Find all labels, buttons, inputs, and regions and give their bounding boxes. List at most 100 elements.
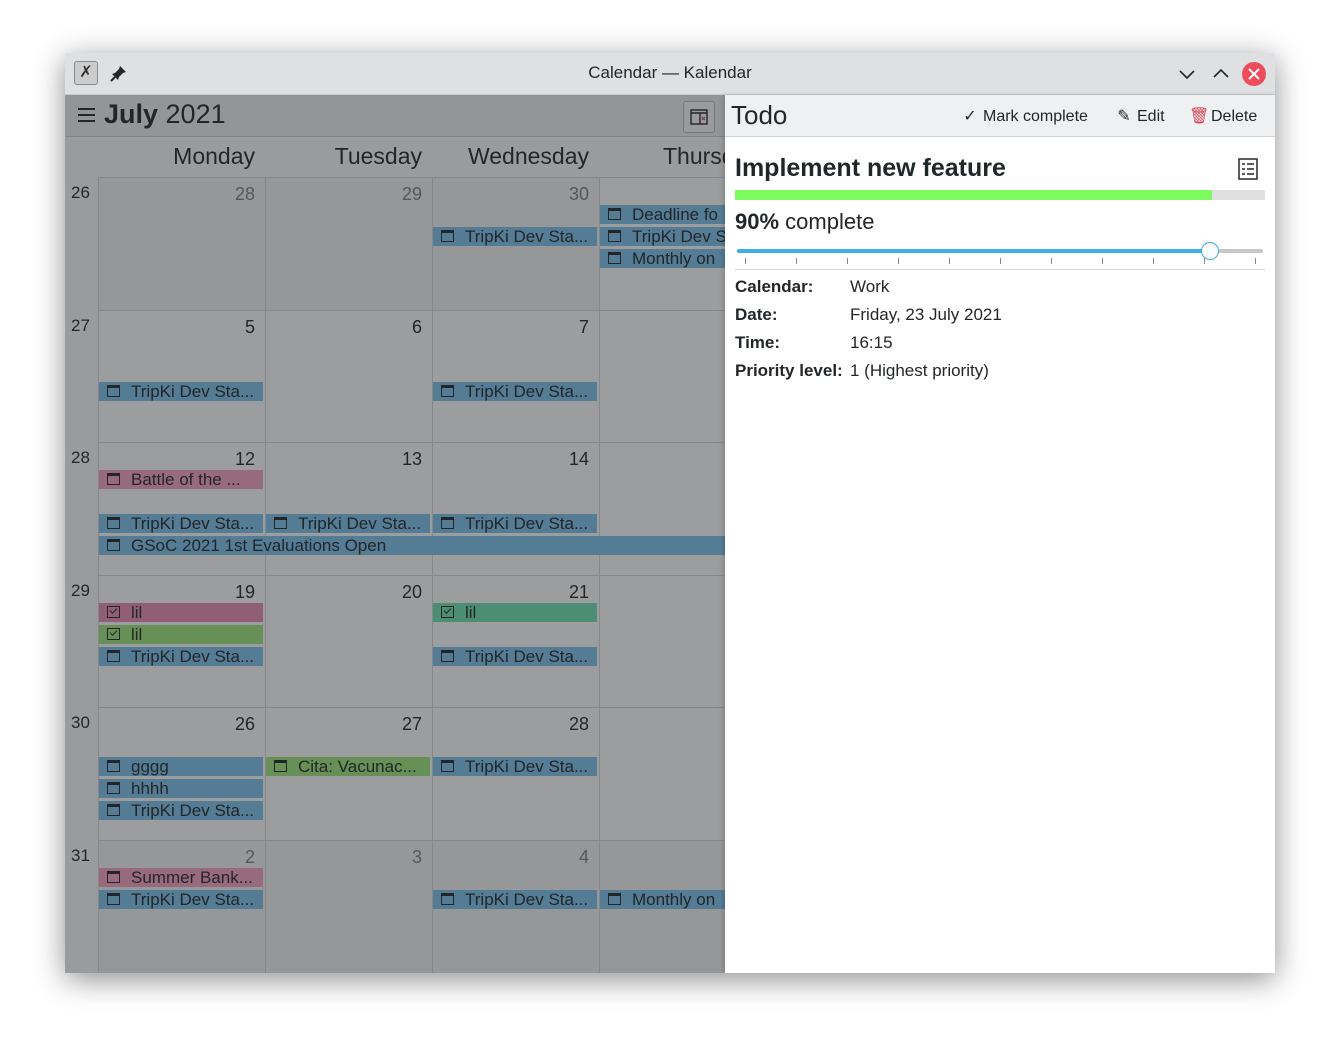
day-cell[interactable]: 28 [98,177,265,311]
spanning-event[interactable]: GSoC 2021 1st Evaluations Open [99,536,725,555]
event-item[interactable]: TripKi Dev Sta... [433,757,597,776]
day-cell[interactable]: 14 [432,442,599,576]
week-number: 30 [71,713,90,732]
calendar-event-icon [441,650,454,662]
hamburger-menu-icon[interactable] [78,108,95,122]
close-icon[interactable] [1242,62,1266,86]
calendar-event-icon [107,893,120,905]
event-item[interactable]: Deadline fo [600,205,725,224]
edit-button[interactable]: ✎ Edit [1115,106,1164,126]
event-label: TripKi Dev Sta... [131,801,255,820]
day-number: 19 [234,582,255,602]
calendar-event-icon [608,252,621,264]
event-item[interactable]: TripKi Dev Sta... [99,801,263,820]
event-item[interactable]: TripKi Dev Sta... [99,890,263,909]
day-cell[interactable]: 20 [265,575,432,709]
event-item[interactable]: TripKi Dev S [600,227,725,246]
event-item[interactable]: gggg [99,757,263,776]
calendar-event-icon [107,517,120,529]
event-item[interactable]: Monthly on [600,249,725,268]
event-label: TripKi Dev Sta... [465,514,589,533]
todo-item[interactable]: lil [433,603,597,622]
day-number: 3 [411,847,422,867]
event-label: TripKi Dev Sta... [465,227,589,246]
slider-tick [796,258,797,264]
day-number: 27 [401,714,422,734]
day-cell[interactable]: 6 [265,310,432,444]
event-item[interactable]: TripKi Dev Sta... [433,890,597,909]
day-cell[interactable]: 29 [265,177,432,311]
calendar-event-icon [107,782,120,794]
calendar-event-icon [608,230,621,242]
day-cell[interactable] [599,442,725,576]
day-cell[interactable]: 12 [98,442,265,576]
day-number: 30 [568,184,589,204]
calendar-event-icon [107,760,120,772]
event-label: TripKi Dev Sta... [465,890,589,909]
mark-complete-button[interactable]: ✓ Mark complete [961,106,1088,126]
event-item[interactable]: TripKi Dev Sta... [433,514,597,533]
progress-fill [735,190,1212,200]
slider-tick [898,258,899,264]
event-item[interactable]: TripKi Dev Sta... [99,647,263,666]
week-number: 29 [71,581,90,600]
completion-slider[interactable] [737,242,1263,269]
property-key: Calendar: [735,277,814,296]
percent-complete: 90% complete [735,209,875,234]
todo-progress-bar [735,190,1265,200]
title-bar: ✗ Calendar — Kalendar [65,53,1275,95]
event-item[interactable]: TripKi Dev Sta... [99,514,263,533]
toggle-drawer-icon[interactable] [683,101,715,133]
event-item[interactable]: Battle of the ... [99,470,263,489]
slider-tick [1102,258,1103,264]
day-number: 21 [568,582,589,602]
event-item[interactable]: TripKi Dev Sta... [266,514,430,533]
day-number: 5 [244,317,255,337]
todo-check-icon [441,606,454,618]
event-label: Summer Bank... [131,868,253,887]
calendar-event-icon [107,473,120,485]
calendar-event-icon [441,893,454,905]
day-cell[interactable]: 3 [265,840,432,973]
event-item[interactable]: TripKi Dev Sta... [433,382,597,401]
day-cell[interactable]: 13 [265,442,432,576]
event-label: TripKi Dev Sta... [465,382,589,401]
day-cell[interactable] [599,707,725,841]
event-item[interactable]: Cita: Vacunac... [266,757,430,776]
day-number: 4 [578,847,589,867]
event-label: GSoC 2021 1st Evaluations Open [131,536,387,555]
day-cell[interactable]: 7 [432,310,599,444]
event-label: Cita: Vacunac... [298,757,417,776]
event-item[interactable]: TripKi Dev Sta... [433,227,597,246]
todo-item[interactable]: lil [99,603,263,622]
trash-icon: 🗑 [1189,108,1210,125]
day-headers: Monday Tuesday Wednesday Thursday [65,137,725,177]
event-label: TripKi Dev Sta... [131,647,255,666]
delete-button[interactable]: 🗑 Delete [1189,106,1257,126]
day-cell[interactable]: 5 [98,310,265,444]
slider-tick [1153,258,1154,264]
event-item[interactable]: TripKi Dev Sta... [99,382,263,401]
event-item[interactable]: Summer Bank... [99,868,263,887]
window-title: Calendar — Kalendar [588,63,752,82]
day-number: 28 [234,184,255,204]
event-item[interactable]: TripKi Dev Sta... [433,647,597,666]
calendar-event-icon [107,385,120,397]
minimize-icon[interactable] [1175,62,1199,86]
task-list-icon [1238,158,1258,180]
event-label: Deadline fo [632,205,719,224]
week-number: 31 [71,846,90,865]
day-number: 2 [244,847,255,867]
day-cell[interactable]: 21 [432,575,599,709]
event-label: TripKi Dev Sta... [465,647,589,666]
maximize-icon[interactable] [1209,62,1233,86]
event-item[interactable]: hhhh [99,779,263,798]
event-item[interactable]: Monthly on [600,890,725,909]
event-label: hhhh [131,779,169,798]
calendar-event-icon [274,517,287,529]
day-cell[interactable] [599,575,725,709]
day-cell[interactable] [599,310,725,444]
todo-item[interactable]: lil [99,625,263,644]
week-number: 27 [71,316,90,335]
calendar-event-icon [107,650,120,662]
